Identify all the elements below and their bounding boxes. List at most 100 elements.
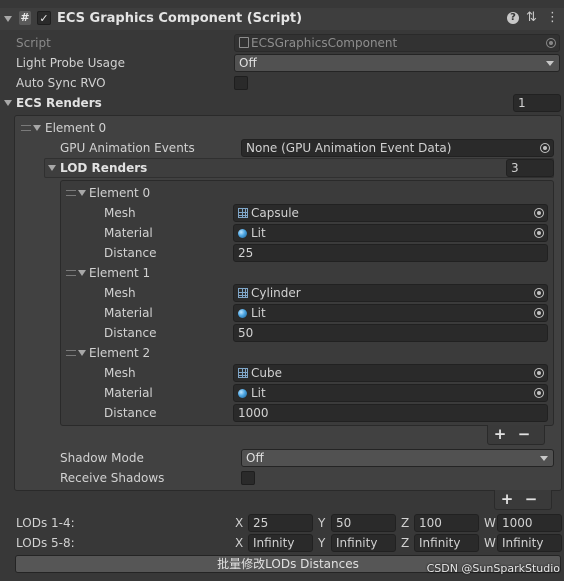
ecs-renders-label: ECS Renders [16, 96, 102, 110]
component-title: ECS Graphics Component (Script) [57, 11, 303, 26]
mesh-icon [238, 208, 248, 218]
lods-1-4-x-field[interactable]: 25 [248, 514, 313, 532]
lod-element-2-label: Element 2 [89, 346, 151, 360]
script-field: ECSGraphicsComponent [234, 34, 560, 52]
component-foldout-icon[interactable] [4, 16, 12, 22]
y-axis-label: Y [318, 516, 326, 530]
z-axis-label: Z [401, 516, 410, 530]
lod-2-mesh-value: Cube [251, 366, 282, 380]
object-picker-icon[interactable] [534, 368, 544, 378]
auto-sync-checkbox[interactable] [234, 76, 248, 90]
material-icon [238, 229, 247, 238]
x-axis-label: X [235, 536, 244, 550]
context-menu-icon[interactable]: ⋮ [546, 9, 559, 27]
w-axis-label: W [484, 516, 496, 530]
receive-shadows-checkbox[interactable] [241, 471, 255, 485]
gpu-animation-events-label: GPU Animation Events [60, 141, 195, 155]
auto-sync-label: Auto Sync RVO [16, 76, 106, 90]
lod-element-foldout-icon[interactable] [78, 270, 86, 276]
object-picker-icon[interactable] [534, 208, 544, 218]
lods-5-8-z-field[interactable]: Infinity [414, 534, 479, 552]
lod-list-controls: + − [487, 425, 545, 445]
lods-5-8-label: LODs 5-8: [16, 536, 75, 550]
light-probe-dropdown[interactable]: Off [234, 54, 560, 72]
material-icon [238, 389, 247, 398]
chevron-down-icon [540, 456, 548, 461]
lod-1-material-field[interactable]: Lit [233, 304, 548, 322]
lod-element-0-label: Element 0 [89, 186, 151, 200]
shadow-mode-value: Off [246, 451, 264, 465]
light-probe-value: Off [239, 56, 257, 70]
drag-handle-icon[interactable] [66, 350, 76, 356]
lods-1-4-y-field[interactable]: 50 [331, 514, 396, 532]
material-label: Material [104, 386, 153, 400]
lods-1-4-z-field[interactable]: 100 [414, 514, 479, 532]
lod-1-distance-field[interactable]: 50 [233, 324, 548, 342]
lods-1-4-w-field[interactable]: 1000 [497, 514, 562, 532]
lods-5-8-y-field[interactable]: Infinity [331, 534, 396, 552]
script-hash-icon: # [19, 11, 31, 25]
lod-2-mesh-field[interactable]: Cube [233, 364, 548, 382]
ecs-renders-list-controls: + − [494, 490, 552, 510]
preset-settings-icon[interactable]: ⇅ [526, 9, 537, 27]
lod-0-material-field[interactable]: Lit [233, 224, 548, 242]
add-ecs-render-button[interactable]: + [495, 490, 519, 508]
chevron-down-icon [546, 61, 554, 66]
object-picker-icon[interactable] [534, 228, 544, 238]
lod-renders-foldout-icon[interactable] [48, 165, 56, 171]
mesh-label: Mesh [104, 206, 136, 220]
gpu-animation-events-value: None (GPU Animation Event Data) [246, 141, 452, 155]
lod-element-foldout-icon[interactable] [78, 350, 86, 356]
lod-1-mesh-field[interactable]: Cylinder [233, 284, 548, 302]
drag-handle-icon[interactable] [66, 270, 76, 276]
gpu-animation-events-field[interactable]: None (GPU Animation Event Data) [241, 139, 554, 157]
mesh-label: Mesh [104, 286, 136, 300]
help-icon[interactable]: ? [507, 12, 519, 24]
receive-shadows-label: Receive Shadows [60, 471, 165, 485]
lods-5-8-w-field[interactable]: Infinity [497, 534, 562, 552]
ecs-element-0-label: Element 0 [45, 121, 107, 135]
lod-renders-label: LOD Renders [60, 161, 148, 175]
ecs-renders-foldout-icon[interactable] [4, 100, 12, 106]
mesh-icon [238, 288, 248, 298]
drag-handle-icon[interactable] [66, 190, 76, 196]
remove-lod-button[interactable]: − [512, 425, 536, 443]
lods-5-8-x-field[interactable]: Infinity [248, 534, 313, 552]
lod-renders-count[interactable]: 3 [506, 159, 554, 177]
lod-0-material-value: Lit [251, 226, 266, 240]
lod-0-mesh-field[interactable]: Capsule [233, 204, 548, 222]
w-axis-label: W [484, 536, 496, 550]
shadow-mode-label: Shadow Mode [60, 451, 144, 465]
material-label: Material [104, 226, 153, 240]
distance-label: Distance [104, 246, 157, 260]
remove-ecs-render-button[interactable]: − [519, 490, 543, 508]
material-icon [238, 309, 247, 318]
lod-2-distance-field[interactable]: 1000 [233, 404, 548, 422]
z-axis-label: Z [401, 536, 410, 550]
mesh-icon [238, 368, 248, 378]
material-label: Material [104, 306, 153, 320]
drag-handle-icon[interactable] [21, 125, 31, 131]
x-axis-label: X [235, 516, 244, 530]
ecs-renders-count[interactable]: 1 [513, 94, 561, 112]
object-picker-icon[interactable] [540, 143, 550, 153]
script-value: ECSGraphicsComponent [251, 36, 398, 50]
lods-1-4-label: LODs 1-4: [16, 516, 75, 530]
object-picker-icon[interactable] [534, 288, 544, 298]
object-picker-icon[interactable] [534, 308, 544, 318]
add-lod-button[interactable]: + [488, 425, 512, 443]
object-picker-icon [546, 38, 556, 48]
lod-1-material-value: Lit [251, 306, 266, 320]
element-foldout-icon[interactable] [33, 125, 41, 131]
object-picker-icon[interactable] [534, 388, 544, 398]
script-file-icon [239, 37, 249, 48]
script-label: Script [16, 36, 51, 50]
mesh-label: Mesh [104, 366, 136, 380]
distance-label: Distance [104, 326, 157, 340]
component-enabled-checkbox[interactable]: ✓ [37, 11, 51, 25]
lod-0-distance-field[interactable]: 25 [233, 244, 548, 262]
lod-element-foldout-icon[interactable] [78, 190, 86, 196]
lod-2-material-value: Lit [251, 386, 266, 400]
lod-2-material-field[interactable]: Lit [233, 384, 548, 402]
shadow-mode-dropdown[interactable]: Off [241, 449, 554, 467]
